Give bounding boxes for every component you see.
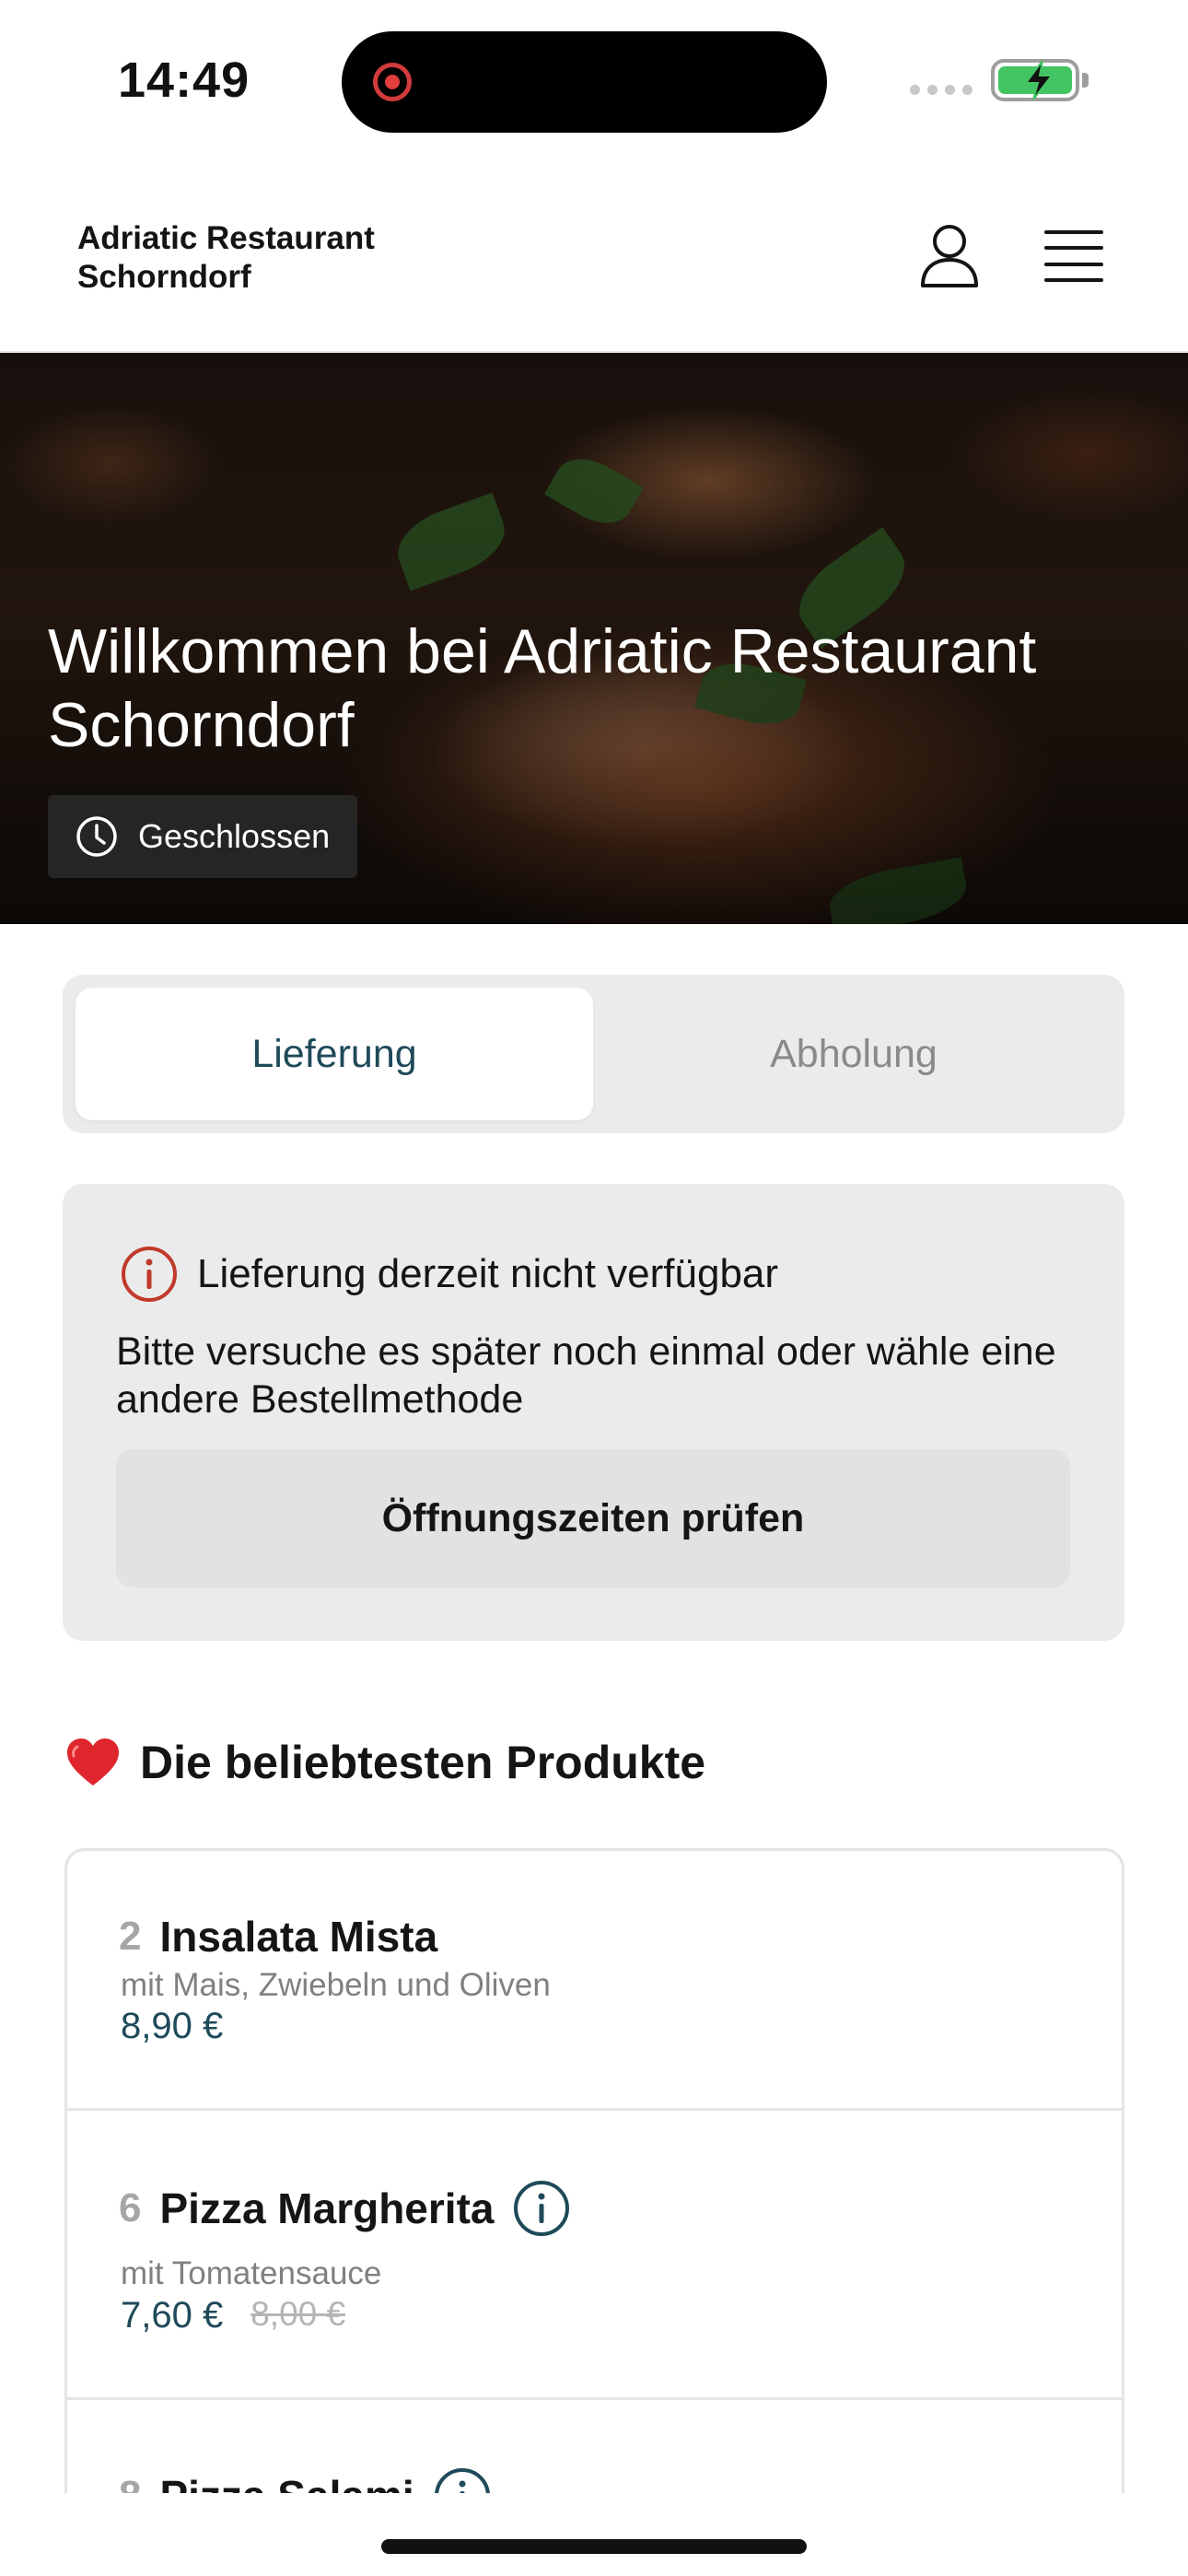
recording-icon [373,63,412,101]
dynamic-island [342,31,827,133]
hero-banner: Willkommen bei Adriatic Restaurant Schor… [0,353,1188,924]
heart-icon [67,1739,119,1786]
clock-icon [76,816,117,857]
product-item[interactable]: 8 Pizza Salami [67,2400,1122,2493]
product-header: 2 Insalata Mista [119,1912,437,1961]
info-icon[interactable] [433,2466,492,2493]
product-header: 6 Pizza Margherita [119,2179,571,2238]
user-icon[interactable] [919,223,980,289]
open-status-badge: Geschlossen [48,795,358,878]
product-item[interactable]: 6 Pizza Margherita mit Tomatensauce 7,60… [67,2111,1122,2400]
delivery-unavailable-notice: Lieferung derzeit nicht verfügbar Bitte … [63,1184,1124,1641]
menu-icon[interactable] [1044,230,1103,282]
app-header: Adriatic Restaurant Schorndorf [0,157,1188,353]
notice-title: Lieferung derzeit nicht verfügbar [197,1251,779,1296]
tab-delivery[interactable]: Lieferung [76,988,593,1120]
product-description: mit Tomatensauce [121,2255,382,2291]
product-list: 2 Insalata Mista mit Mais, Zwiebeln und … [64,1848,1124,2493]
tab-pickup[interactable]: Abholung [595,988,1112,1120]
product-number: 2 [119,1914,142,1959]
info-icon [122,1247,177,1302]
product-description: mit Mais, Zwiebeln und Oliven [121,1967,551,2003]
popular-products-heading: Die beliebtesten Produkte [64,1736,705,1789]
hero-title: Willkommen bei Adriatic Restaurant Schor… [48,616,1037,760]
charging-bolt-icon [1024,60,1054,100]
product-old-price: 8,00 € [250,2295,346,2333]
status-time: 14:49 [118,53,250,108]
restaurant-name[interactable]: Adriatic Restaurant Schorndorf [77,219,464,297]
product-price: 7,60 € [121,2295,224,2336]
product-price: 8,90 € [121,2006,224,2046]
product-name: Pizza Salami [159,2471,413,2493]
product-price-row: 8,90 € [121,2006,223,2047]
order-method-tabs: Lieferung Abholung [63,975,1124,1133]
product-number: 6 [119,2185,142,2231]
signal-icon [910,85,973,95]
product-name: Pizza Margherita [159,2184,495,2232]
product-price-row: 7,60 € 8,00 € [121,2295,345,2336]
open-status-label: Geschlossen [138,817,331,855]
popular-products-title: Die beliebtesten Produkte [140,1737,706,1788]
product-header: 8 Pizza Salami [119,2466,492,2493]
notice-body: Bitte versuche es später noch einmal ode… [116,1329,1056,1422]
info-icon[interactable] [512,2179,571,2238]
check-opening-hours-button[interactable]: Öffnungszeiten prüfen [116,1449,1070,1587]
product-name: Insalata Mista [159,1913,438,1961]
product-item[interactable]: 2 Insalata Mista mit Mais, Zwiebeln und … [67,1851,1122,2111]
battery-cap [1082,73,1089,88]
battery-icon [991,59,1079,101]
app-screen: 14:49 Adriatic Restaurant Schorndorf Wil… [0,0,1188,2576]
notice-header: Lieferung derzeit nicht verfügbar [120,1245,778,1304]
status-bar: 14:49 [0,0,1188,157]
product-number: 8 [119,2473,141,2493]
home-indicator[interactable] [381,2539,807,2554]
